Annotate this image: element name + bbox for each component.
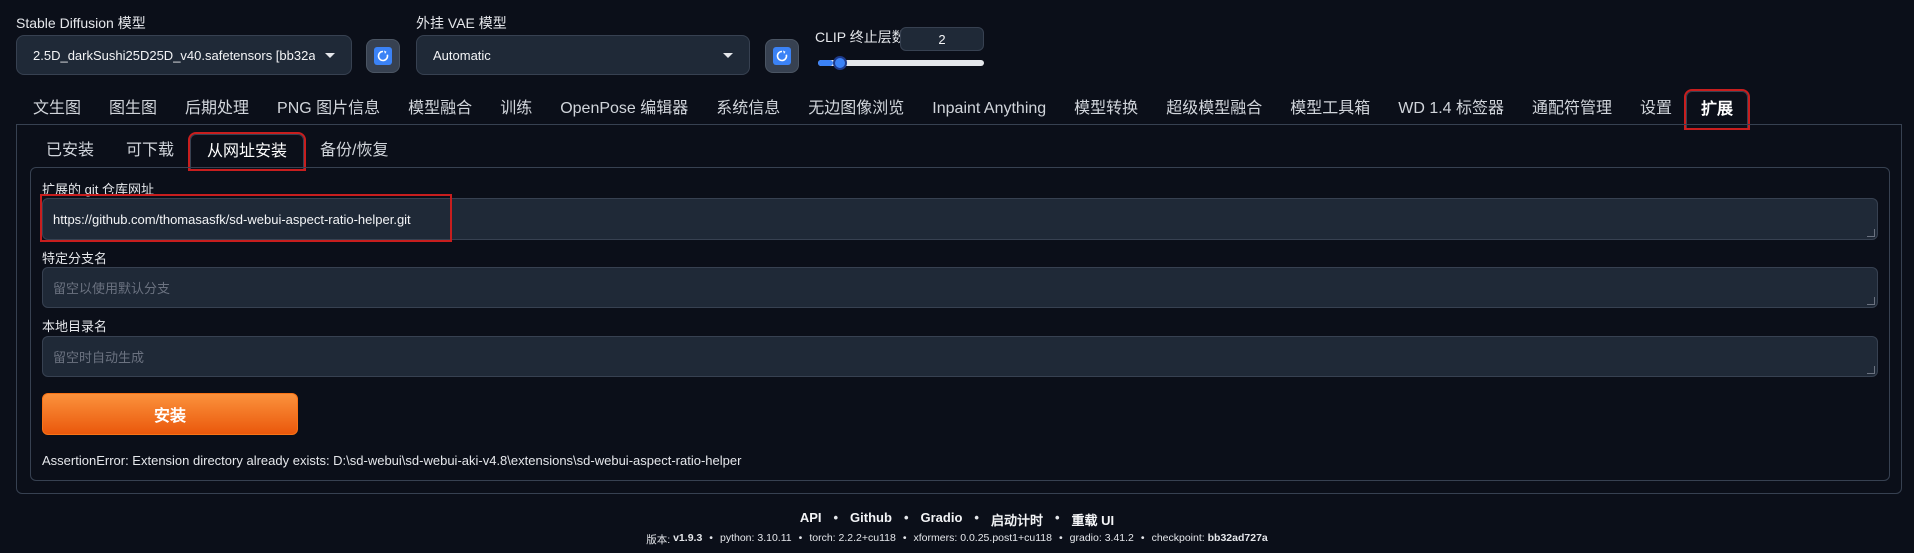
vae-label: 外挂 VAE 模型 [416, 15, 507, 31]
refresh-vae-button[interactable] [765, 39, 799, 73]
footer-link[interactable]: 重载 UI [1072, 510, 1115, 529]
sub-tab[interactable]: 已安装 [30, 134, 110, 168]
separator: • [974, 510, 979, 525]
separator: • [833, 510, 839, 525]
repo-url-input[interactable]: https://github.com/thomasasfk/sd-webui-a… [42, 198, 1878, 240]
main-tab[interactable]: 设置 [1626, 91, 1686, 127]
vae-value: Automatic [433, 47, 491, 63]
refresh-sd-model-button[interactable] [366, 39, 400, 73]
xformers-label: xformers: [913, 532, 958, 544]
sd-model-dropdown[interactable]: 2.5D_darkSushi25D25D_v40.safetensors [bb… [16, 35, 352, 75]
repo-url-label: 扩展的 git 仓库网址 [42, 182, 154, 197]
separator: • [1054, 510, 1060, 525]
torch-label: torch: [809, 532, 836, 544]
main-tab[interactable]: 文生图 [19, 91, 95, 127]
version-value: v1.9.3 [673, 532, 703, 544]
clip-slider-fill [818, 60, 834, 66]
main-tab[interactable]: 训练 [486, 91, 546, 127]
footer-link[interactable]: Github [850, 510, 892, 529]
main-tab[interactable]: 扩展 [1684, 88, 1751, 130]
main-tab[interactable]: 系统信息 [702, 91, 794, 127]
dir-input[interactable]: 留空时自动生成 [42, 336, 1878, 377]
main-tab[interactable]: 通配符管理 [1518, 91, 1626, 127]
sub-tab[interactable]: 从网址安装 [188, 131, 307, 171]
main-tab[interactable]: Inpaint Anything [918, 91, 1060, 127]
dir-label: 本地目录名 [42, 319, 108, 334]
resize-handle-icon[interactable] [1867, 366, 1875, 374]
refresh-icon [773, 47, 791, 65]
footer-link[interactable]: Gradio [921, 510, 963, 529]
error-message: AssertionError: Extension directory alre… [42, 453, 742, 468]
separator: • [903, 510, 909, 525]
clip-slider-thumb[interactable] [833, 56, 848, 70]
branch-label: 特定分支名 [42, 251, 108, 266]
sd-model-value: 2.5D_darkSushi25D25D_v40.safetensors [bb… [33, 47, 315, 63]
repo-url-value: https://github.com/thomasasfk/sd-webui-a… [53, 211, 411, 227]
checkpoint-label: checkpoint: [1151, 532, 1205, 544]
footer-versions: 版本: v1.9.3 • python: 3.10.11 • torch: 2.… [646, 532, 1268, 546]
gradio-value: 3.41.2 [1104, 532, 1134, 544]
main-tab[interactable]: 超级模型融合 [1152, 91, 1276, 127]
main-tab[interactable]: 后期处理 [171, 91, 263, 127]
branch-placeholder: 留空以使用默认分支 [53, 281, 171, 296]
main-tab[interactable]: 模型工具箱 [1276, 91, 1384, 127]
main-tab[interactable]: OpenPose 编辑器 [546, 91, 702, 127]
version-label: 版本: [646, 534, 671, 546]
branch-input[interactable]: 留空以使用默认分支 [42, 267, 1878, 308]
sub-tab[interactable]: 备份/恢复 [304, 134, 404, 168]
main-tab[interactable]: 模型转换 [1060, 91, 1152, 127]
sub-tab[interactable]: 可下载 [110, 134, 190, 168]
install-button[interactable]: 安装 [42, 393, 298, 435]
main-tab[interactable]: 模型融合 [394, 91, 486, 127]
python-value: 3.10.11 [757, 532, 792, 544]
sd-model-label: Stable Diffusion 模型 [16, 15, 146, 31]
xformers-value: 0.0.25.post1+cu118 [960, 532, 1052, 544]
dir-placeholder: 留空时自动生成 [53, 350, 145, 365]
clip-label: CLIP 终止层数 [815, 29, 906, 45]
sub-tabs: 已安装 可下载 从网址安装 备份/恢复 [30, 131, 405, 171]
footer-links: API • Github • Gradio • 启动计时 • 重载 UI [0, 510, 1914, 529]
torch-value: 2.2.2+cu118 [838, 532, 896, 544]
python-label: python: [719, 532, 755, 544]
main-tab[interactable]: PNG 图片信息 [263, 91, 394, 127]
main-tabs: 文生图 图生图 后期处理 PNG 图片信息 模型融合 训练 OpenPose 编辑器 系统信息… [19, 88, 1751, 130]
refresh-icon [374, 47, 392, 65]
resize-handle-icon[interactable] [1867, 229, 1875, 237]
chevron-down-icon [723, 52, 733, 58]
checkpoint-value: bb32ad727a [1207, 532, 1268, 544]
main-tab[interactable]: 无边图像浏览 [794, 91, 918, 127]
chevron-down-icon [325, 52, 335, 58]
main-tab[interactable]: WD 1.4 标签器 [1384, 91, 1518, 127]
resize-handle-icon[interactable] [1867, 297, 1875, 305]
clip-number-input[interactable]: 2 [900, 27, 984, 51]
main-tab[interactable]: 图生图 [95, 91, 171, 127]
vae-dropdown[interactable]: Automatic [416, 35, 750, 75]
footer-link[interactable]: API [800, 510, 822, 529]
gradio-label: gradio: [1069, 532, 1102, 544]
footer-link[interactable]: 启动计时 [991, 510, 1043, 529]
